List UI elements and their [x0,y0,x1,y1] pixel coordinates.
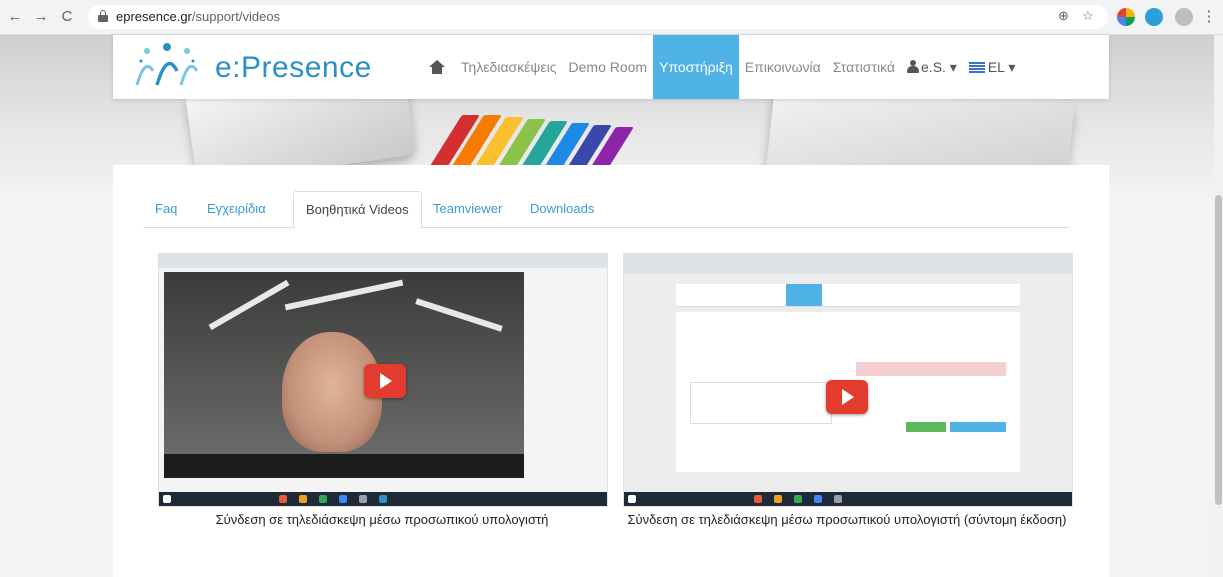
ceiling-light [415,298,503,332]
logo-figures-icon [135,43,199,86]
nav-account[interactable]: e.S. ▾ [901,35,963,99]
flag-icon [968,62,985,73]
thumb-green-btn [906,422,946,432]
scroll-thumb[interactable] [1215,195,1222,505]
nav-demo-room[interactable]: Demo Room [563,35,654,99]
video-caption-2: Σύνδεση σε τηλεδιάσκεψη μέσω προσωπικού … [627,512,1067,527]
nav-statistics[interactable]: Στατιστικά [827,35,901,99]
thumb-alert [856,362,1006,376]
site-logo[interactable]: e:Presence [131,41,371,93]
ceiling-light [284,279,404,311]
url-path: /support/videos [191,9,281,24]
thumb-box [690,382,832,424]
thumb-taskbar [624,492,1072,506]
user-icon [907,60,920,73]
thumb-taskbar [159,492,607,506]
zoom-icon[interactable]: ⊕ [1058,8,1069,24]
extension-badge-icon[interactable] [1145,8,1163,26]
thumb-active-nav [786,284,822,306]
star-icon[interactable]: ☆ [1082,8,1094,24]
language-label: EL ▾ [987,59,1016,75]
page-scrollbar[interactable] [1214,35,1223,577]
url-domain: epresence.gr [116,9,192,24]
content-card: Faq Εγχειρίδια Βοηθητικά Videos Teamview… [113,165,1109,577]
thumb-browser-bar [624,254,1072,274]
tab-videos[interactable]: Βοηθητικά Videos [293,191,422,229]
main-nav: Τηλεδιασκέψεις Demo Room Υποστήριξη Επικ… [429,35,1021,99]
account-label: e.S. ▾ [921,59,957,75]
support-tabs: Faq Εγχειρίδια Βοηθητικά Videos Teamview… [143,191,1069,229]
tab-manuals[interactable]: Εγχειρίδια [195,191,278,226]
home-icon[interactable] [429,60,445,74]
url-text[interactable]: epresence.gr/support/videos [116,9,280,24]
browser-menu-icon[interactable]: ⋮ [1198,6,1220,28]
nav-language[interactable]: EL ▾ [963,35,1022,99]
site-header: e:Presence Τηλεδιασκέψεις Demo Room Υποσ… [113,35,1109,99]
logo-text: e:Presence [215,51,372,84]
profile-icon[interactable] [1175,8,1193,26]
thumb-call-controls [164,454,524,478]
video-caption-1: Σύνδεση σε τηλεδιάσκεψη μέσω προσωπικού … [215,512,549,527]
page: e:Presence Τηλεδιασκέψεις Demo Room Υποσ… [0,35,1223,577]
video-thumbnail-2[interactable] [623,253,1073,507]
nav-teleconferences[interactable]: Τηλεδιασκέψεις [455,35,563,99]
address-bar[interactable]: epresence.gr/support/videos ⊕ ☆ [88,5,1108,29]
play-icon[interactable] [826,380,868,414]
play-icon[interactable] [364,364,406,398]
video-thumbnail-1[interactable] [158,253,608,507]
lock-icon [98,10,108,22]
ceiling-light [208,279,290,331]
thumb-blue-btn [950,422,1006,432]
forward-icon[interactable]: → [30,6,52,28]
tab-faq[interactable]: Faq [143,191,189,226]
thumb-browser-bar [159,254,607,268]
reload-icon[interactable]: C [56,6,78,28]
tab-teamviewer[interactable]: Teamviewer [421,191,514,226]
extension-icon[interactable] [1117,8,1135,26]
browser-toolbar: ← → C epresence.gr/support/videos ⊕ ☆ ⋮ [0,0,1223,35]
nav-support[interactable]: Υποστήριξη [653,35,739,99]
back-icon[interactable]: ← [4,6,26,28]
tab-downloads[interactable]: Downloads [518,191,606,226]
thumb-site-header [676,284,1020,307]
nav-contact[interactable]: Επικοινωνία [739,35,827,99]
thumb-video-frame [164,272,524,454]
